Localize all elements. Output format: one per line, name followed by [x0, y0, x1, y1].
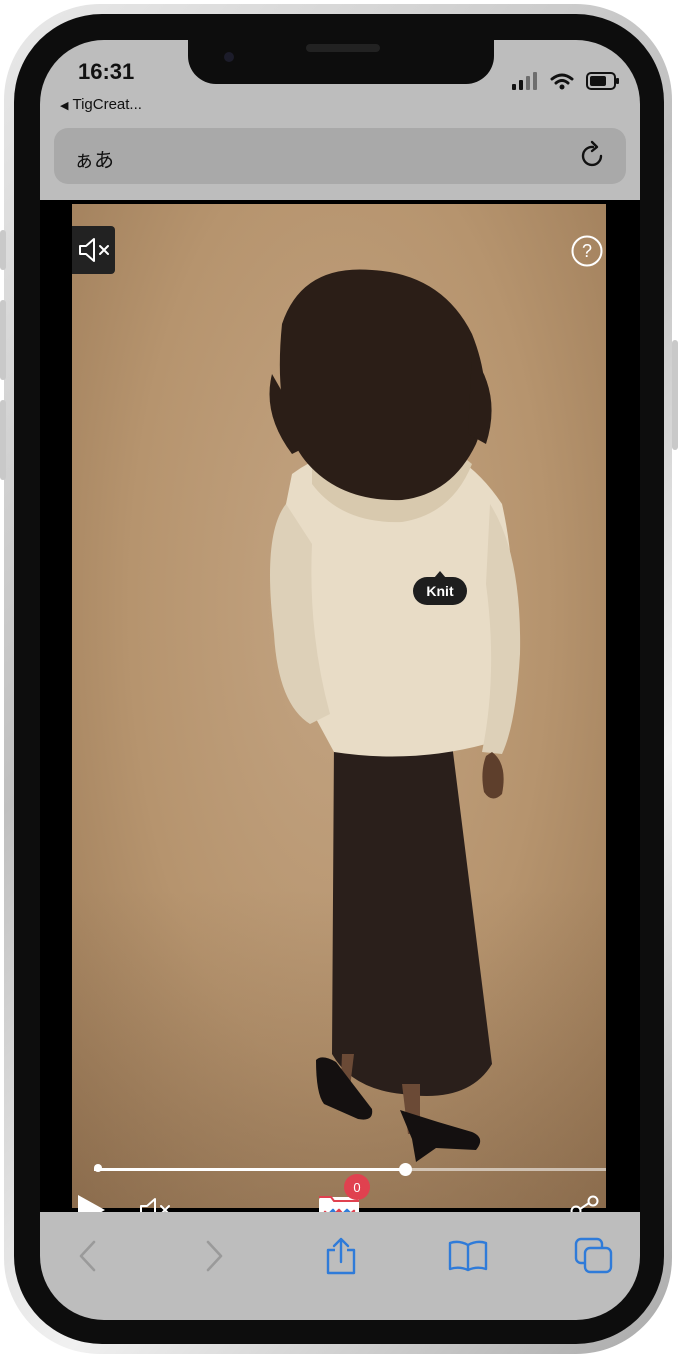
- help-icon[interactable]: ?: [570, 234, 604, 268]
- screen: 16:31 ◀ TigCreat... ぁあ ? Knit 0: [40, 40, 640, 1320]
- video-frame[interactable]: ? Knit: [72, 204, 606, 1208]
- video-player[interactable]: ? Knit 0: [40, 200, 640, 1228]
- tabs-button[interactable]: [572, 1234, 616, 1278]
- wifi-icon: [550, 73, 574, 90]
- bookmarks-icon: [448, 1240, 488, 1272]
- address-field[interactable]: ぁあ: [54, 128, 626, 184]
- back-triangle-icon: ◀: [60, 100, 69, 112]
- back-button[interactable]: [66, 1234, 110, 1278]
- volume-up-button: [0, 300, 6, 380]
- reload-icon[interactable]: [578, 140, 608, 170]
- product-tag[interactable]: Knit: [413, 571, 467, 605]
- progress-track[interactable]: [94, 1163, 606, 1176]
- status-icons: [512, 72, 620, 90]
- share-sheet-icon: [326, 1237, 356, 1275]
- share-sheet-button[interactable]: [319, 1234, 363, 1278]
- progress-fill: [94, 1168, 406, 1171]
- clock: 16:31: [78, 59, 135, 84]
- speaker-muted-icon: [78, 238, 109, 262]
- mute-toggle-top[interactable]: [72, 226, 115, 274]
- speaker: [306, 44, 380, 52]
- browser-toolbar: [40, 1212, 640, 1320]
- model-figure: [269, 269, 521, 1162]
- svg-text:?: ?: [582, 241, 592, 261]
- bookmarks-button[interactable]: [446, 1234, 490, 1278]
- notch: [188, 40, 494, 84]
- side-button: [672, 340, 678, 450]
- tabs-icon: [574, 1237, 613, 1274]
- battery-icon: [586, 72, 619, 90]
- volume-down-button: [0, 400, 6, 480]
- address-bar: ぁあ: [40, 128, 640, 200]
- ringer-switch: [0, 230, 6, 270]
- signal-icon: [512, 72, 537, 90]
- forward-button[interactable]: [192, 1234, 236, 1278]
- back-to-app-link[interactable]: ◀ TigCreat...: [60, 96, 142, 113]
- text-size-button[interactable]: ぁあ: [74, 144, 114, 173]
- cart-count-badge: 0: [344, 1174, 370, 1200]
- status-bar: 16:31 ◀ TigCreat...: [40, 40, 640, 128]
- forward-icon: [206, 1240, 223, 1272]
- camera: [224, 52, 234, 62]
- back-app-label: TigCreat...: [72, 96, 142, 113]
- back-icon: [79, 1240, 96, 1272]
- progress-start-dot: [94, 1164, 102, 1172]
